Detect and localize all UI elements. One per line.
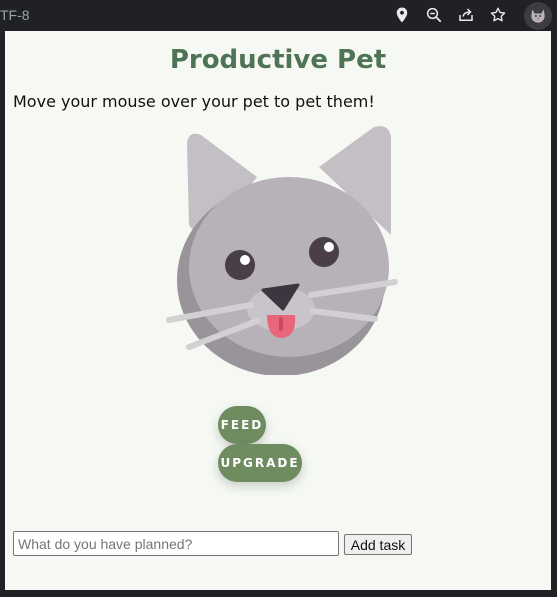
extension-popup: Productive Pet Move your mouse over your… (5, 31, 551, 590)
extension-cat-icon[interactable] (524, 2, 552, 30)
cat-face-icon[interactable] (159, 115, 399, 376)
feed-button[interactable]: FEED (218, 406, 266, 444)
upgrade-button[interactable]: UPGRADE (218, 444, 302, 482)
add-task-button[interactable]: Add task (344, 534, 412, 555)
share-icon[interactable] (457, 6, 475, 24)
url-fragment[interactable]: TF-8 (0, 7, 30, 23)
browser-toolbar: TF-8 (0, 0, 557, 32)
zoom-out-icon[interactable] (425, 6, 443, 24)
task-input[interactable] (13, 531, 339, 556)
page-title: Productive Pet (169, 45, 387, 75)
pet-instruction: Move your mouse over your pet to pet the… (13, 92, 375, 111)
pet-cat[interactable] (159, 115, 399, 376)
location-icon[interactable] (393, 6, 411, 24)
window-edge (551, 31, 557, 597)
window-edge-bottom (0, 590, 557, 597)
bookmark-star-icon[interactable] (489, 6, 507, 24)
